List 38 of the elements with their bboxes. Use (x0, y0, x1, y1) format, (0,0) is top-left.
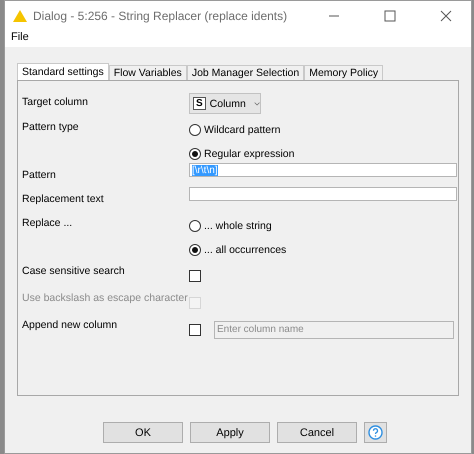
checkbox[interactable] (189, 270, 201, 282)
tab[interactable]: Job Manager Selection (186, 65, 304, 80)
triangle-icon (13, 10, 27, 22)
dropdown-value: Column (210, 98, 246, 110)
setting-label: Replace ... (22, 216, 74, 231)
checkbox[interactable] (189, 324, 201, 336)
dialog-button[interactable]: Apply (190, 422, 270, 443)
radio-label: ... all occurrences (204, 244, 286, 256)
tab[interactable]: Memory Policy (304, 65, 384, 80)
radio-label: Wildcard pattern (204, 124, 280, 136)
radio-button[interactable] (189, 244, 201, 256)
radio-button[interactable] (189, 220, 201, 232)
radio-button[interactable] (189, 148, 201, 160)
window-title: Dialog - 5:256 - String Replacer (replace idents) (33, 9, 288, 23)
dialog-button[interactable]: OK (103, 422, 183, 443)
close-icon[interactable] (440, 10, 452, 22)
radio-label: ... whole string (204, 220, 272, 232)
setting-label: Replacement text (22, 192, 105, 207)
dialog-button[interactable]: Cancel (277, 422, 357, 443)
maximize-icon[interactable] (384, 10, 396, 22)
setting-label: Pattern (22, 168, 57, 183)
type-badge: S (193, 97, 206, 110)
text-field[interactable] (189, 187, 457, 201)
caret-icon (254, 100, 260, 106)
field-value: [\r\t\n] (192, 164, 218, 176)
setting-label: Target column (22, 95, 89, 110)
help-button[interactable] (364, 422, 387, 443)
setting-label: Pattern type (22, 120, 80, 135)
radio-label: Regular expression (204, 148, 294, 160)
menu-item[interactable]: File (11, 31, 29, 47)
column-dropdown[interactable]: S Column (189, 93, 261, 114)
tab[interactable]: Standard settings (17, 63, 109, 80)
setting-label: Case sensitive search (22, 264, 126, 279)
setting-label: Append new column (22, 318, 118, 333)
radio-button[interactable] (189, 124, 201, 136)
help-icon (368, 425, 383, 440)
tab[interactable]: Flow Variables (108, 65, 187, 80)
setting-label: Use backslash as escape character (22, 291, 189, 306)
